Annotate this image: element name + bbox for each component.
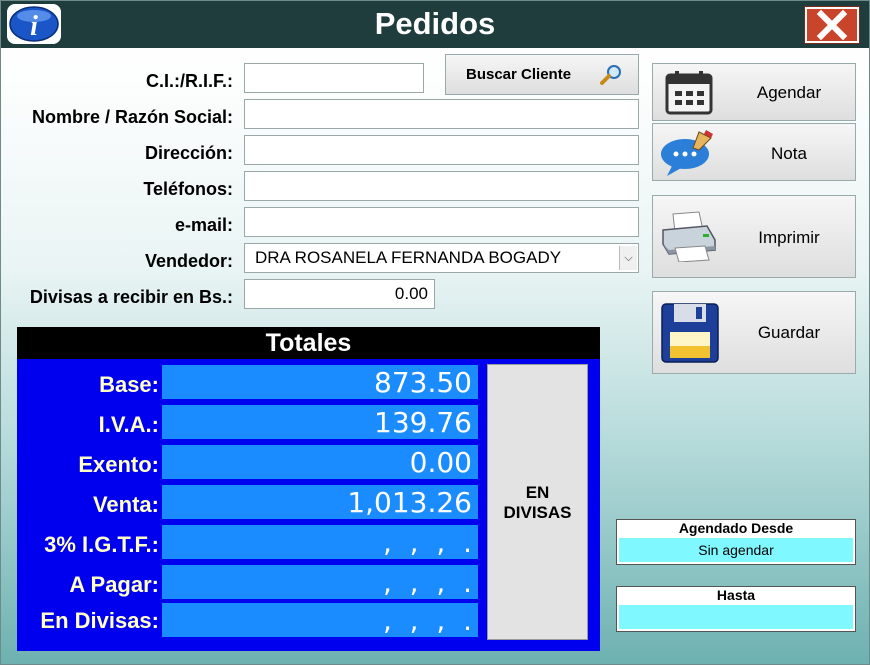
close-icon [816, 9, 848, 41]
venta-label: Venta: [92, 492, 159, 517]
base-label: Base: [99, 372, 159, 397]
buscar-cliente-button[interactable]: Buscar Cliente [445, 54, 639, 95]
ci-rif-label: C.I.:/R.I.F.: [146, 71, 233, 91]
a-pagar-label: A Pagar: [69, 572, 159, 597]
email-input[interactable] [244, 207, 639, 237]
hasta-box: Hasta [616, 586, 856, 632]
agendado-desde-value[interactable]: Sin agendar [619, 538, 853, 562]
buscar-cliente-label: Buscar Cliente [466, 66, 572, 83]
guardar-button[interactable]: Guardar [652, 291, 856, 374]
direccion-label: Dirección: [144, 143, 233, 163]
vendedor-select[interactable]: DRA ROSANELA FERNANDA BOGADY ⌵ [244, 243, 639, 273]
venta-value: 1,013.26 [162, 485, 478, 519]
pedidos-window: Pedidos i C.I.:/R.I.F.: Nombre / Razón S… [0, 0, 870, 665]
hasta-value[interactable] [619, 605, 853, 629]
telefonos-input[interactable] [244, 171, 639, 201]
nota-button[interactable]: Nota [652, 123, 856, 181]
exento-value: 0.00 [162, 445, 478, 479]
vendedor-value: DRA ROSANELA FERNANDA BOGADY [255, 248, 562, 267]
base-value: 873.50 [162, 365, 478, 399]
agendar-button[interactable]: Agendar [652, 63, 856, 121]
calendar-icon [665, 71, 713, 115]
agendado-desde-box: Agendado Desde Sin agendar [616, 519, 856, 565]
info-icon[interactable]: i [7, 4, 61, 44]
en-divisas-line2: DIVISAS [503, 503, 572, 522]
en-divisas-value: , , , . [162, 603, 478, 637]
speech-note-icon [661, 130, 713, 176]
chevron-down-icon[interactable]: ⌵ [619, 246, 637, 270]
nombre-input[interactable] [244, 99, 639, 129]
agendado-desde-label: Agendado Desde [678, 520, 794, 536]
en-divisas-button[interactable]: EN DIVISAS [487, 364, 588, 640]
divisas-label: Divisas a recibir en Bs.: [29, 287, 233, 307]
telefonos-label: Teléfonos: [143, 179, 233, 199]
email-label: e-mail: [174, 215, 233, 235]
close-button[interactable] [804, 6, 860, 44]
en-divisas-line1: EN [525, 483, 550, 502]
en-divisas-label: En Divisas: [40, 608, 159, 633]
direccion-input[interactable] [244, 135, 639, 165]
hasta-label: Hasta [716, 587, 756, 603]
guardar-label: Guardar [757, 323, 821, 342]
vendedor-label: Vendedor: [144, 251, 233, 271]
agendar-label: Agendar [756, 83, 822, 102]
imprimir-button[interactable]: Imprimir [652, 195, 856, 278]
exento-label: Exento: [78, 452, 159, 477]
igtf-label: 3% I.G.T.F.: [44, 532, 159, 557]
svg-text:i: i [30, 11, 38, 42]
iva-value: 139.76 [162, 405, 478, 439]
floppy-disk-icon [661, 303, 719, 363]
igtf-value: , , , . [162, 525, 478, 559]
a-pagar-value: , , , . [162, 565, 478, 599]
ci-rif-input[interactable] [244, 63, 424, 93]
printer-icon [662, 211, 716, 262]
divisas-input[interactable] [244, 279, 435, 309]
imprimir-label: Imprimir [758, 228, 820, 247]
totales-header: Totales [17, 327, 600, 359]
nombre-label: Nombre / Razón Social: [31, 107, 233, 127]
totales-panel: Base: 873.50 I.V.A.: 139.76 Exento: 0.00… [17, 359, 600, 651]
window-title: Pedidos [374, 6, 496, 41]
iva-label: I.V.A.: [98, 412, 159, 437]
magnifier-icon [600, 65, 621, 85]
nota-label: Nota [771, 144, 807, 163]
